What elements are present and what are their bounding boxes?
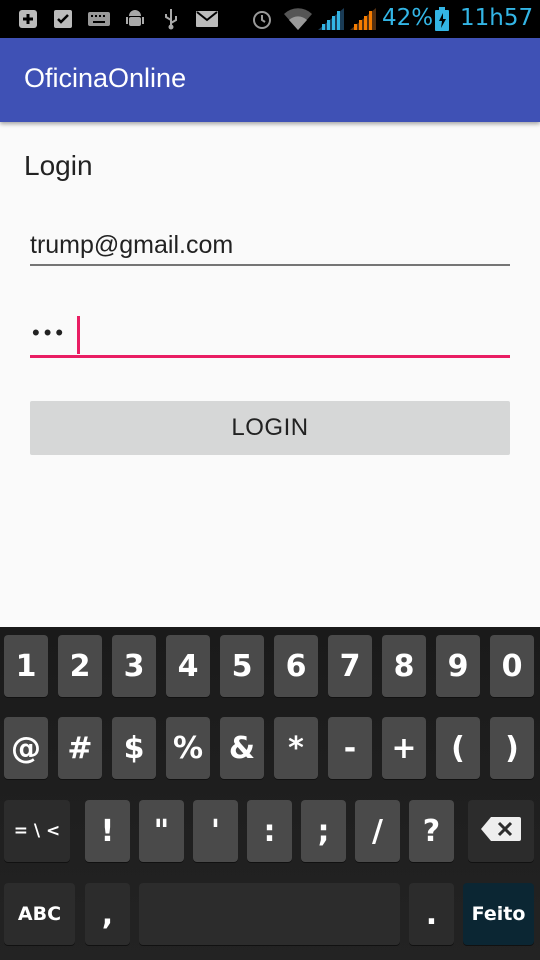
key-semicolon[interactable]: ;: [301, 800, 346, 862]
key-space[interactable]: [139, 883, 400, 945]
key-colon[interactable]: :: [247, 800, 292, 862]
key-minus[interactable]: -: [328, 717, 372, 779]
status-bar: 42% 11h57: [0, 0, 540, 38]
text-cursor: [77, 316, 80, 354]
key-1[interactable]: 1: [4, 635, 48, 697]
clock: 11h57: [460, 5, 534, 31]
key-8[interactable]: 8: [382, 635, 426, 697]
on-screen-keyboard: 1 2 3 4 5 6 7 8 9 0 @ # $ % & * - + ( ) …: [0, 627, 540, 960]
add-box-icon: [17, 8, 39, 30]
battery-percent: 42%: [382, 5, 434, 31]
key-6[interactable]: 6: [274, 635, 318, 697]
key-0[interactable]: 0: [490, 635, 534, 697]
key-open-paren[interactable]: (: [436, 717, 480, 779]
key-double-quote[interactable]: ": [139, 800, 184, 862]
key-exclamation[interactable]: !: [85, 800, 130, 862]
keyboard-icon: [88, 8, 110, 30]
key-4[interactable]: 4: [166, 635, 210, 697]
key-question[interactable]: ?: [409, 800, 454, 862]
alarm-icon: [250, 8, 274, 30]
battery-icon: [434, 7, 450, 31]
key-at[interactable]: @: [4, 717, 48, 779]
key-abc[interactable]: ABC: [4, 883, 75, 945]
key-5[interactable]: 5: [220, 635, 264, 697]
key-plus[interactable]: +: [382, 717, 426, 779]
key-comma[interactable]: ,: [85, 883, 130, 945]
password-masked-value: •••: [32, 320, 68, 345]
login-heading: Login: [24, 150, 93, 181]
key-single-quote[interactable]: ': [193, 800, 238, 862]
key-ampersand[interactable]: &: [220, 717, 264, 779]
key-2[interactable]: 2: [58, 635, 102, 697]
check-box-icon: [52, 8, 74, 30]
key-asterisk[interactable]: *: [274, 717, 318, 779]
key-backspace[interactable]: [468, 800, 534, 862]
key-hash[interactable]: #: [58, 717, 102, 779]
signal-icon: [318, 8, 344, 30]
key-more-symbols[interactable]: = \ <: [4, 800, 70, 862]
app-title: OficinaOnline: [24, 63, 187, 93]
key-slash[interactable]: /: [355, 800, 400, 862]
key-9[interactable]: 9: [436, 635, 480, 697]
app-bar: OficinaOnline: [0, 38, 540, 122]
wifi-icon: [284, 8, 312, 30]
key-percent[interactable]: %: [166, 717, 210, 779]
android-debug-icon: [124, 8, 146, 30]
key-period[interactable]: .: [409, 883, 454, 945]
mail-icon: [196, 8, 218, 30]
email-field[interactable]: [30, 226, 510, 266]
key-dollar[interactable]: $: [112, 717, 156, 779]
key-3[interactable]: 3: [112, 635, 156, 697]
key-7[interactable]: 7: [328, 635, 372, 697]
usb-icon: [162, 8, 180, 30]
signal-alt-icon: [350, 8, 376, 30]
login-button[interactable]: LOGIN: [30, 401, 510, 455]
key-close-paren[interactable]: ): [490, 717, 534, 779]
key-done[interactable]: Feito: [463, 883, 534, 945]
backspace-icon: [481, 814, 521, 849]
password-field[interactable]: •••: [30, 312, 510, 358]
